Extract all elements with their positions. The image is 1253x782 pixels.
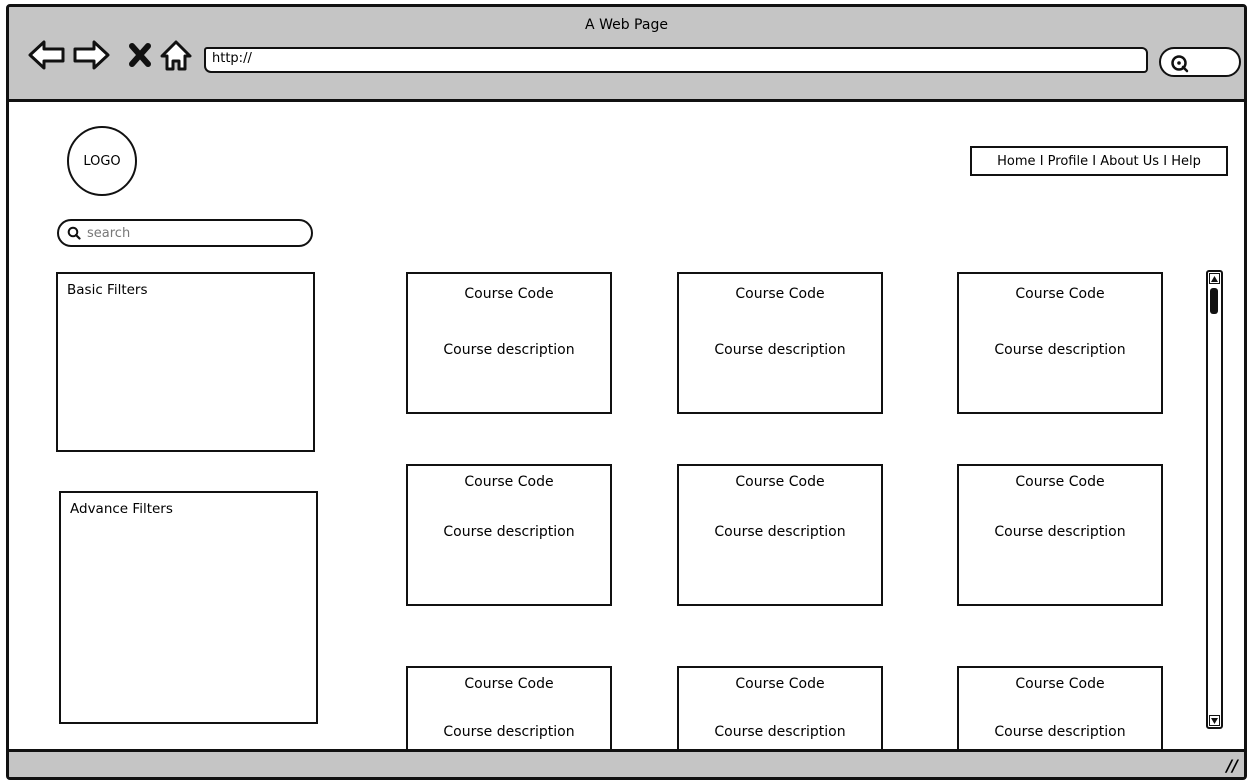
resize-grip-icon[interactable]: // [1226,756,1238,775]
nav-separator: I [1092,153,1097,169]
advanced-filters-title: Advance Filters [70,501,173,517]
basic-filters-panel[interactable]: Basic Filters [56,272,315,452]
nav-profile-link[interactable]: Profile [1048,154,1088,169]
browser-search-button[interactable] [1159,47,1241,77]
course-code: Course Code [1015,286,1105,302]
nav-home-link[interactable]: Home [997,154,1035,169]
page-content: LOGO Home I Profile I About Us I Help Ba… [9,102,1244,766]
scroll-up-button[interactable] [1209,273,1220,284]
course-scrollbar[interactable] [1206,270,1223,729]
course-code: Course Code [735,676,825,692]
course-description: Course description [994,724,1126,740]
window-title: A Web Page [585,17,668,33]
course-description: Course description [443,524,575,540]
nav-about-link[interactable]: About Us [1100,154,1159,169]
course-code: Course Code [464,676,554,692]
course-description: Course description [714,724,846,740]
search-field[interactable] [57,219,313,247]
course-code: Course Code [464,286,554,302]
close-icon[interactable] [122,35,162,75]
course-code: Course Code [1015,676,1105,692]
browser-toolbar: A Web Page http:// [9,7,1244,102]
search-input[interactable] [85,224,289,242]
nav-help-link[interactable]: Help [1171,154,1201,169]
course-code: Course Code [735,474,825,490]
course-description: Course description [714,342,846,358]
top-navigation: Home I Profile I About Us I Help [970,146,1228,176]
triangle-down-icon [1211,717,1218,724]
course-card[interactable]: Course Code Course description [406,272,612,414]
course-card[interactable]: Course Code Course description [406,464,612,606]
address-bar[interactable]: http:// [204,47,1148,73]
arrow-left-icon[interactable] [27,35,67,75]
arrow-right-icon[interactable] [71,35,111,75]
course-code: Course Code [464,474,554,490]
scrollbar-thumb[interactable] [1210,288,1218,314]
course-card[interactable]: Course Code Course description [677,464,883,606]
browser-window: A Web Page http:// LOGO Home I Profile I… [6,4,1247,780]
nav-separator: I [1163,153,1168,169]
course-description: Course description [443,724,575,740]
course-card[interactable]: Course Code Course description [957,272,1163,414]
search-icon [1171,55,1189,73]
basic-filters-title: Basic Filters [67,282,148,298]
nav-separator: I [1039,153,1044,169]
search-icon [67,226,81,240]
course-code: Course Code [735,286,825,302]
course-description: Course description [994,342,1126,358]
logo: LOGO [67,126,137,196]
course-description: Course description [994,524,1126,540]
course-card[interactable]: Course Code Course description [957,464,1163,606]
status-bar: // [9,749,1244,777]
course-card[interactable]: Course Code Course description [677,272,883,414]
course-description: Course description [443,342,575,358]
advanced-filters-panel[interactable]: Advance Filters [59,491,318,724]
scroll-down-button[interactable] [1209,715,1220,726]
home-icon[interactable] [157,35,197,75]
course-code: Course Code [1015,474,1105,490]
course-description: Course description [714,524,846,540]
triangle-up-icon [1211,275,1218,282]
